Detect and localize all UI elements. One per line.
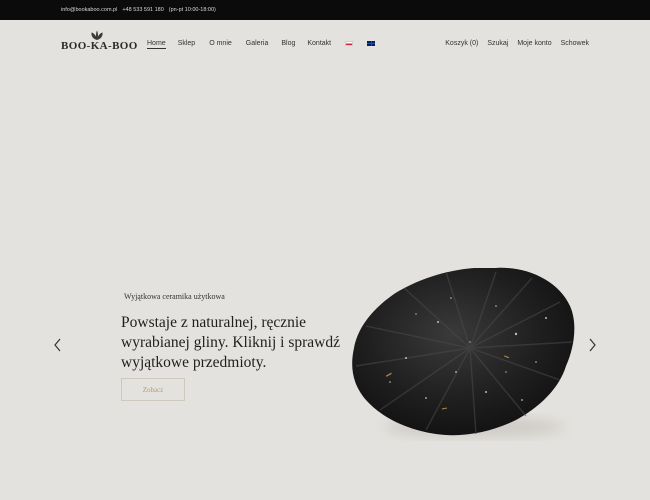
nav-item-shop[interactable]: Sklep	[178, 40, 196, 47]
chevron-right-icon[interactable]	[585, 337, 599, 353]
nav-item-home[interactable]: Home	[147, 40, 166, 49]
nav-item-blog[interactable]: Blog	[281, 40, 295, 47]
contact-phone[interactable]: +48 533 591 180	[122, 7, 163, 13]
cart-link[interactable]: Koszyk (0)	[445, 40, 478, 47]
hero-title: Powstaje z naturalnej, ręcznie wyrabiane…	[121, 314, 340, 371]
site-header: BOO-KA-BOO Home Sklep O mnie Galeria Blo…	[0, 20, 650, 70]
site-logo[interactable]: BOO-KA-BOO	[61, 30, 137, 54]
flag-uk-icon[interactable]	[367, 41, 376, 46]
account-navigation: Koszyk (0) Szukaj Moje konto Schowek	[445, 40, 589, 47]
contact-email[interactable]: info@bookaboo.com.pl	[61, 7, 117, 13]
search-link[interactable]: Szukaj	[487, 40, 508, 47]
top-contact-bar: info@bookaboo.com.pl +48 533 591 180 (pn…	[0, 0, 650, 20]
nav-item-contact[interactable]: Kontakt	[307, 40, 331, 47]
main-navigation: Home Sklep O mnie Galeria Blog Kontakt	[147, 40, 376, 49]
chevron-left-icon[interactable]	[51, 337, 65, 353]
ceramic-plate-image	[352, 267, 575, 437]
wishlist-link[interactable]: Schowek	[561, 40, 589, 47]
logo-text: BOO-KA-BOO	[61, 40, 138, 52]
account-link[interactable]: Moje konto	[517, 40, 551, 47]
nav-item-about[interactable]: O mnie	[209, 40, 232, 47]
opening-hours: (pn-pt 10:00-18:00)	[168, 7, 216, 13]
flag-poland-icon[interactable]	[345, 41, 354, 46]
hero-subtitle: Wyjątkowa ceramika użytkowa	[124, 292, 225, 301]
nav-item-gallery[interactable]: Galeria	[246, 40, 269, 47]
see-more-button[interactable]: Zobacz	[121, 378, 185, 401]
